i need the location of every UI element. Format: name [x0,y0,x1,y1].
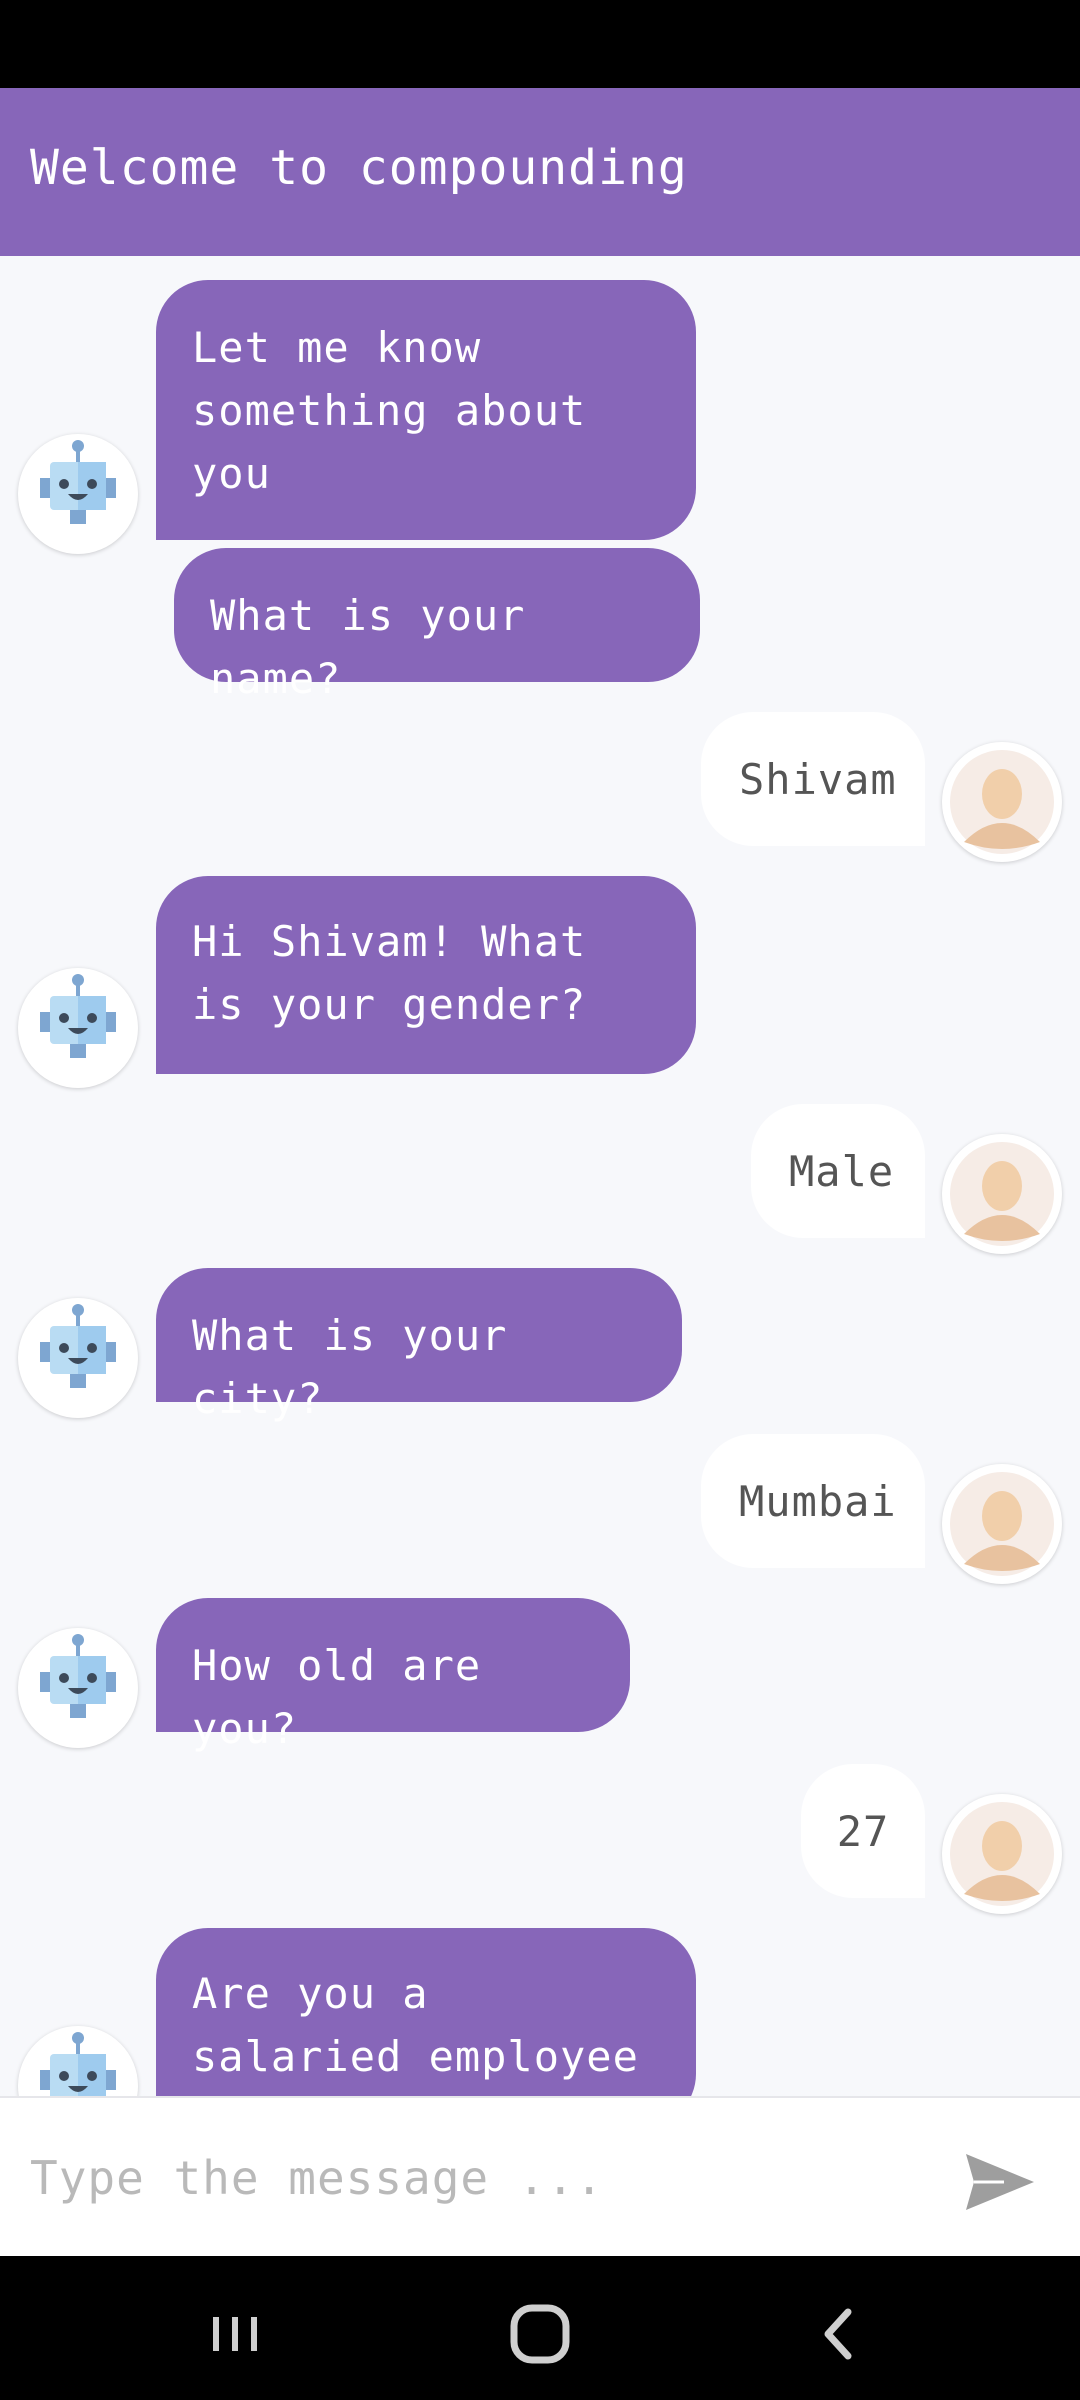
bot-message: What is your city? [156,1268,682,1423]
user-message-text: Male [789,1147,895,1196]
user-message-text: 27 [836,1807,890,1856]
bot-message-text: What is your city? [192,1311,508,1423]
app-bar: Welcome to compounding [0,88,1080,256]
person-avatar-icon [950,750,1054,854]
system-nav-bar [0,2256,1080,2400]
user-message: Shivam [701,712,925,846]
person-avatar-icon [950,1472,1054,1576]
robot-avatar-icon [40,440,116,524]
bot-message-text: What is your name? [210,591,526,703]
user-avatar [942,1464,1062,1584]
user-message: Mumbai [701,1434,925,1568]
robot-avatar-icon [40,1304,116,1388]
recents-icon[interactable] [185,2284,285,2384]
person-avatar-icon [950,1802,1054,1906]
home-icon[interactable] [490,2284,590,2384]
bot-message: Hi Shivam! What is your gender? [156,876,696,1074]
bot-avatar [18,434,138,554]
bot-avatar [18,968,138,1088]
user-avatar [942,742,1062,862]
bot-message: How old are you? [156,1598,630,1753]
robot-avatar-icon [40,974,116,1058]
user-message: 27 [801,1764,925,1898]
send-icon[interactable] [960,2142,1040,2222]
status-bar [0,0,1080,88]
bot-message: Are you a salaried employee ? [156,1928,696,2096]
user-avatar [942,1794,1062,1914]
person-avatar-icon [950,1142,1054,1246]
robot-avatar-icon [40,1634,116,1718]
bot-message-text: How old are you? [192,1641,482,1753]
robot-avatar-icon [40,2032,116,2096]
user-message-text: Mumbai [739,1477,897,1526]
bot-avatar [18,1298,138,1418]
bot-message-text: Let me know something about you [192,323,587,498]
bot-message-text: Hi Shivam! What is your gender? [192,917,587,1029]
bot-message-text: Are you a salaried employee ? [192,1969,639,2096]
user-avatar [942,1134,1062,1254]
bot-message: What is your name? [174,548,700,703]
message-input[interactable] [30,2132,930,2224]
back-icon[interactable] [790,2284,890,2384]
user-message-text: Shivam [739,755,897,804]
message-composer [0,2096,1080,2256]
app-title: Welcome to compounding [30,140,688,196]
user-message: Male [751,1104,925,1238]
bot-avatar [18,1628,138,1748]
bot-message: Let me know something about you [156,280,696,540]
bot-avatar [18,2026,138,2096]
chat-area[interactable]: Let me know something about you What is … [0,256,1080,2096]
